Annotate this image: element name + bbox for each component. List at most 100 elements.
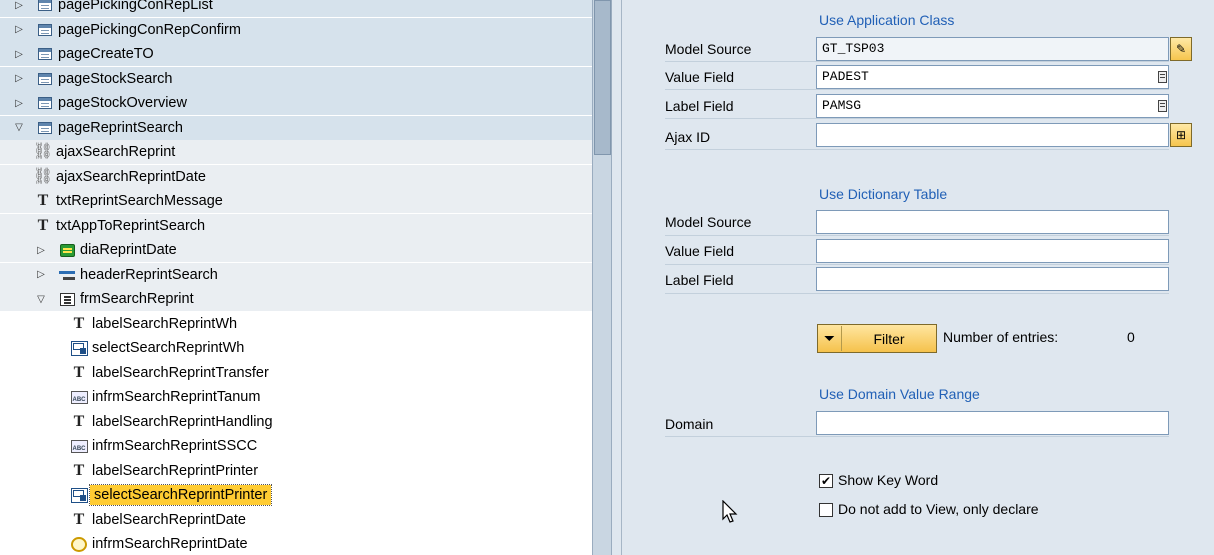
collapse-triangle-icon[interactable]: ▽ <box>34 292 48 306</box>
number-of-entries-label: Number of entries: <box>943 329 1059 345</box>
tree-node[interactable]: TlabelSearchReprintHandling <box>0 409 592 434</box>
text-icon: T <box>70 511 88 529</box>
tree-node[interactable]: ▷ pagePickingConRepConfirm <box>0 17 592 42</box>
number-of-entries-value: 0 <box>1127 329 1135 345</box>
expand-triangle-icon[interactable]: ▷ <box>12 23 26 37</box>
ajax-id-input[interactable] <box>816 123 1169 147</box>
do-not-add-label: Do not add to View, only declare <box>838 501 1039 517</box>
value-help-icon[interactable] <box>1158 71 1167 83</box>
text-icon: T <box>70 315 88 333</box>
collapse-triangle-icon[interactable]: ▽ <box>12 121 26 135</box>
row-divider <box>665 293 1169 294</box>
dict-label-field-input[interactable] <box>816 267 1169 291</box>
tree-node[interactable]: ▷ diaReprintDate <box>0 238 592 262</box>
expand-triangle-icon[interactable]: ▷ <box>34 243 48 257</box>
tree-node-label: selectSearchReprintWh <box>92 340 245 356</box>
page-icon <box>36 94 54 112</box>
tree-node[interactable]: TtxtAppToReprintSearch <box>0 213 592 238</box>
tree-node-label: infrmSearchReprintTanum <box>92 389 261 405</box>
select-icon <box>70 339 88 357</box>
tree-node-label: pageStockSearch <box>58 70 173 87</box>
date-icon <box>70 535 88 553</box>
tree-node[interactable]: TlabelSearchReprintTransfer <box>0 360 592 385</box>
tree-node-label: headerReprintSearch <box>80 266 218 283</box>
filter-button[interactable]: ⏷ Filter <box>817 324 937 353</box>
expand-triangle-icon[interactable]: ▷ <box>12 0 26 12</box>
text-icon: T <box>34 217 52 235</box>
page-icon-glyph <box>38 23 52 36</box>
dict-value-field-input[interactable] <box>816 239 1169 263</box>
tree-node[interactable]: selectSearchReprintPrinter <box>0 483 592 507</box>
tree-node-label: labelSearchReprintWh <box>92 315 238 332</box>
text-icon: T <box>70 462 88 480</box>
form-icon <box>58 290 76 308</box>
page-icon <box>36 119 54 137</box>
tree-node[interactable]: ▷ pageCreateTO <box>0 42 592 66</box>
tree-node[interactable]: ▷ pageStockSearch <box>0 66 592 91</box>
expand-triangle-icon[interactable]: ▷ <box>12 47 26 61</box>
text-icon-glyph: T <box>73 510 85 528</box>
tree-node[interactable]: TlabelSearchReprintPrinter <box>0 458 592 483</box>
expand-triangle-icon[interactable]: ▷ <box>12 96 26 110</box>
text-icon: T <box>70 413 88 431</box>
ajax-id-select-button[interactable]: ⊞ <box>1170 123 1192 147</box>
dict-model-source-input[interactable] <box>816 210 1169 234</box>
tree-node[interactable]: infrmSearchReprintDate <box>0 532 592 555</box>
page-icon-glyph <box>38 0 52 11</box>
tree-node[interactable]: TlabelSearchReprintDate <box>0 507 592 532</box>
scrollbar-thumb[interactable] <box>594 0 611 155</box>
show-key-word-checkbox[interactable]: ✔ <box>819 474 833 488</box>
label-field-input[interactable]: PAMSG <box>816 94 1169 118</box>
expand-triangle-icon[interactable]: ▷ <box>34 268 48 282</box>
tree-node[interactable]: TlabelSearchReprintWh <box>0 311 592 336</box>
tree-node[interactable]: ⛓ ajaxSearchReprintDate <box>0 164 592 189</box>
model-source-field[interactable]: GT_TSP03 <box>816 37 1169 61</box>
object-tree[interactable]: ▷ pagePickingConRepList ▷ pagePickingConRep… <box>0 0 592 555</box>
tree-node[interactable]: TtxtReprintSearchMessage <box>0 189 592 213</box>
ajax-icon-glyph: ⛓ <box>32 143 54 160</box>
do-not-add-checkbox[interactable] <box>819 503 833 517</box>
domain-input[interactable] <box>816 411 1169 435</box>
text-icon-glyph: T <box>73 461 85 479</box>
tree-node-label: infrmSearchReprintSSCC <box>92 438 258 454</box>
model-source-edit-button[interactable]: ✎ <box>1170 37 1192 61</box>
tree-node[interactable]: ▷ pageStockOverview <box>0 91 592 115</box>
section-title-domain-value-range: Use Domain Value Range <box>819 386 980 402</box>
form-icon-glyph <box>59 292 75 306</box>
tree-node[interactable]: ABC infrmSearchReprintSSCC <box>0 434 592 458</box>
expand-triangle-icon[interactable]: ▷ <box>12 72 26 86</box>
row-divider <box>665 61 1169 62</box>
tree-scrollbar[interactable] <box>592 0 612 555</box>
dialog-icon <box>58 241 76 259</box>
tree-node[interactable]: ▽ pageReprintSearch <box>0 115 592 140</box>
tree-node-label: pagePickingConRepList <box>58 0 213 13</box>
tree-node[interactable]: ⛓ ajaxSearchReprint <box>0 140 592 164</box>
tree-node[interactable]: ▷ pagePickingConRepList <box>0 0 592 17</box>
value-help-icon[interactable] <box>1158 100 1167 112</box>
value-field-input[interactable]: PADEST <box>816 65 1169 89</box>
header-icon-glyph <box>59 269 75 281</box>
panel-splitter[interactable] <box>612 0 622 555</box>
section-title-dictionary-table: Use Dictionary Table <box>819 186 948 202</box>
tree-node-label: pageStockOverview <box>58 95 187 111</box>
text-icon-glyph: T <box>37 192 49 209</box>
pencil-icon: ✎ <box>1175 42 1187 56</box>
page-icon-glyph <box>38 97 52 109</box>
tree-node-label: txtReprintSearchMessage <box>56 193 223 209</box>
tree-node-label: diaReprintDate <box>80 242 177 258</box>
tree-node-label: pageReprintSearch <box>58 119 183 136</box>
ajax-id-label: Ajax ID <box>665 129 711 145</box>
tree-node[interactable]: ▽ frmSearchReprint <box>0 287 592 311</box>
properties-panel: Use Application Class Model Source GT_TS… <box>622 0 1214 555</box>
section-title-application-class: Use Application Class <box>819 12 955 28</box>
page-icon-glyph <box>38 121 52 134</box>
page-icon-glyph <box>38 72 52 85</box>
tree-node[interactable]: ABC infrmSearchReprintTanum <box>0 385 592 409</box>
tree-node[interactable]: ▷ headerReprintSearch <box>0 262 592 287</box>
tree-node-label: txtAppToReprintSearch <box>56 217 206 234</box>
tree-node[interactable]: selectSearchReprintWh <box>0 336 592 360</box>
select-icon <box>70 486 88 504</box>
label-field-label: Label Field <box>665 98 734 114</box>
input-icon-glyph: ABC <box>70 390 88 404</box>
text-icon-glyph: T <box>37 216 49 234</box>
